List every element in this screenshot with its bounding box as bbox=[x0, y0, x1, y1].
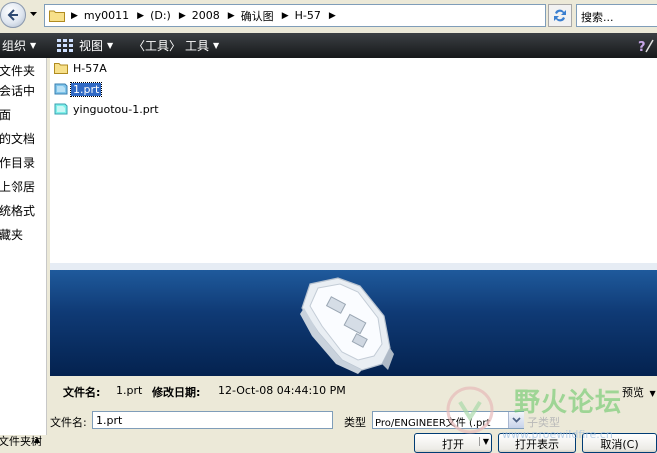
folder-icon bbox=[54, 63, 68, 74]
sidebar: 文件夹 在会话中 桌面 我的文档 工作目录 网上邻居 系统格式 收藏夹 bbox=[0, 58, 47, 435]
sidebar-item-system-format[interactable]: 系统格式 bbox=[0, 202, 35, 219]
chevron-down-icon[interactable]: ▼ bbox=[478, 437, 489, 446]
back-button[interactable] bbox=[0, 2, 26, 28]
watermark-url: www.proewildfire.cn bbox=[502, 428, 613, 441]
breadcrumb-separator-icon[interactable]: ▶ bbox=[179, 11, 186, 21]
breadcrumb-item[interactable]: (D:) bbox=[150, 9, 171, 22]
part-file-icon bbox=[54, 83, 68, 95]
breadcrumb-item[interactable]: 2008 bbox=[192, 9, 220, 22]
chevron-up-icon: ▲ bbox=[34, 435, 41, 444]
open-button-label: 打开 bbox=[442, 438, 464, 451]
file-name: H-57A bbox=[73, 61, 107, 75]
breadcrumb-item[interactable]: 确认图 bbox=[241, 8, 274, 24]
list-item[interactable]: H-57A bbox=[54, 60, 109, 76]
breadcrumb-separator-icon[interactable]: ▶ bbox=[228, 11, 235, 21]
model-preview[interactable] bbox=[50, 270, 657, 376]
sidebar-item-favorites[interactable]: 收藏夹 bbox=[0, 226, 23, 243]
search-input[interactable]: 搜索... bbox=[576, 4, 657, 27]
breadcrumb-item[interactable]: H-57 bbox=[295, 9, 321, 22]
address-bar: ▶ my0011 ▶ (D:) ▶ 2008 ▶ 确认图 ▶ H-57 ▶ 搜索… bbox=[0, 0, 657, 33]
file-name: yinguotou-1.prt bbox=[73, 102, 159, 116]
folder-tree-toggle[interactable]: 文件夹树 ▲ bbox=[0, 435, 46, 446]
watermark-text: 野火论坛 bbox=[514, 388, 623, 418]
chevron-down-icon: ▼ bbox=[649, 389, 656, 398]
sidebar-item-in-session[interactable]: 在会话中 bbox=[0, 82, 35, 99]
view-label: 视图 bbox=[79, 39, 104, 53]
breadcrumb-separator-icon[interactable]: ▶ bbox=[282, 11, 289, 21]
part-file-icon bbox=[54, 103, 68, 115]
preview-divider[interactable] bbox=[50, 263, 657, 270]
model-3d-image bbox=[300, 277, 394, 374]
filename-input[interactable]: 1.prt bbox=[92, 411, 333, 429]
sidebar-item-desktop[interactable]: 桌面 bbox=[0, 106, 11, 123]
file-name: 1.prt bbox=[69, 81, 103, 97]
tools-menu[interactable]: 〈工具〉 工具 ▼ bbox=[133, 33, 219, 58]
file-list: H-57A 1.prt yinguotou-1.prt bbox=[50, 58, 657, 263]
preview-label: 预览 bbox=[622, 386, 644, 399]
chevron-down-icon: ▼ bbox=[30, 41, 37, 50]
sidebar-item-network[interactable]: 网上邻居 bbox=[0, 178, 35, 195]
address-field[interactable]: ▶ my0011 ▶ (D:) ▶ 2008 ▶ 确认图 ▶ H-57 ▶ bbox=[44, 4, 587, 27]
breadcrumb-separator-icon[interactable]: ▶ bbox=[71, 11, 78, 21]
refresh-button[interactable] bbox=[548, 4, 572, 27]
file-type-select[interactable]: Pro/ENGINEER文件 (.prt bbox=[372, 411, 524, 429]
sidebar-item-working-directory[interactable]: 工作目录 bbox=[0, 154, 35, 171]
filename-label: 文件名: bbox=[50, 416, 87, 429]
breadcrumb-separator-icon[interactable]: ▶ bbox=[329, 11, 336, 21]
toolbar: 组织 ▼ 视图 ▼ 〈工具〉 工具 ▼ bbox=[0, 33, 657, 58]
detail-filename-value: 1.prt bbox=[116, 384, 143, 397]
detail-filename-label: 文件名: bbox=[63, 386, 101, 399]
view-menu[interactable]: 视图 ▼ bbox=[57, 33, 113, 58]
organize-menu[interactable]: 组织 ▼ bbox=[2, 33, 36, 58]
tools-bracketed-label: 〈工具〉 bbox=[133, 39, 182, 53]
back-arrow-icon bbox=[7, 9, 18, 21]
sidebar-item-my-documents[interactable]: 我的文档 bbox=[0, 130, 35, 147]
chevron-down-icon: ▼ bbox=[213, 41, 220, 50]
sidebar-item-folders[interactable]: 文件夹 bbox=[0, 62, 35, 79]
breadcrumb-item[interactable]: my0011 bbox=[84, 9, 129, 22]
organize-label: 组织 bbox=[2, 39, 27, 53]
open-button[interactable]: 打开 ▼ bbox=[414, 433, 492, 453]
breadcrumb: ▶ my0011 ▶ (D:) ▶ 2008 ▶ 确认图 ▶ H-57 ▶ bbox=[69, 5, 342, 26]
svg-text:?: ? bbox=[638, 40, 646, 54]
detail-modified-value: 12-Oct-08 04:44:10 PM bbox=[218, 384, 346, 397]
refresh-icon bbox=[548, 4, 572, 27]
preview-toggle[interactable]: 预览 ▼ bbox=[622, 384, 656, 400]
folder-icon bbox=[49, 10, 65, 22]
list-item[interactable]: 1.prt bbox=[54, 81, 103, 97]
view-grid-icon bbox=[57, 38, 73, 52]
breadcrumb-separator-icon[interactable]: ▶ bbox=[137, 11, 144, 21]
type-label: 类型 bbox=[344, 416, 366, 429]
help-icon[interactable]: ? bbox=[637, 38, 655, 54]
history-dropdown-icon[interactable] bbox=[29, 10, 38, 18]
chevron-down-icon: ▼ bbox=[107, 41, 114, 50]
tools-label: 工具 bbox=[185, 39, 210, 53]
detail-modified-label: 修改日期: bbox=[152, 386, 201, 399]
list-item[interactable]: yinguotou-1.prt bbox=[54, 101, 161, 117]
